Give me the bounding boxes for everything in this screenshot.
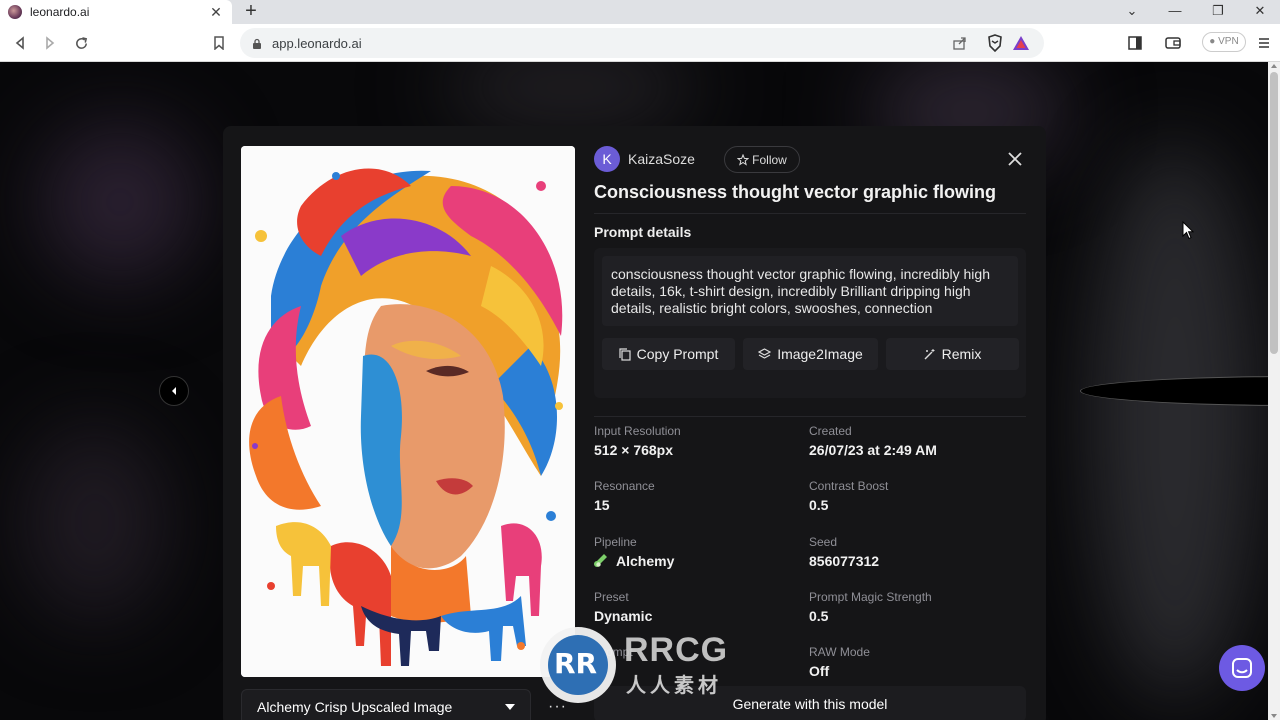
meta-label: Resonance — [594, 479, 655, 493]
meta-label: Pipeline — [594, 535, 637, 549]
meta-input-resolution: Input Resolution 512 × 768px — [594, 424, 804, 458]
back-icon[interactable] — [8, 31, 32, 55]
generated-image[interactable] — [241, 146, 575, 677]
lock-icon — [252, 37, 262, 55]
magic-wand-icon — [924, 349, 935, 360]
divider — [594, 416, 1026, 417]
user-avatar[interactable]: K — [594, 146, 620, 172]
blurred-thumbnail — [20, 422, 170, 622]
meta-label: Seed — [809, 535, 838, 549]
close-modal-button[interactable] — [1007, 151, 1023, 167]
rrcg-watermark: RR RRCG 人人素材 — [540, 627, 750, 703]
prompt-text: consciousness thought vector graphic flo… — [602, 256, 1018, 326]
tab-strip: leonardo.ai ✕ + ⌄ — ❐ ✕ — [0, 0, 1280, 24]
watermark-text: RRCG — [624, 631, 729, 669]
layers-icon — [758, 348, 772, 359]
copy-prompt-label: Copy Prompt — [636, 346, 719, 362]
meta-label: Prompt Magic Strength — [809, 590, 932, 604]
star-icon — [737, 153, 750, 166]
meta-prompt-magic-strength: Prompt Magic Strength 0.5 — [809, 590, 1019, 624]
leonardo-favicon-icon — [8, 5, 22, 19]
meta-contrast-boost: Contrast Boost 0.5 — [809, 479, 1019, 513]
meta-resonance: Resonance 15 — [594, 479, 804, 513]
meta-value: 0.5 — [809, 497, 829, 513]
prompt-card: consciousness thought vector graphic flo… — [594, 248, 1026, 398]
meta-raw-mode: RAW Mode Off — [809, 645, 1019, 679]
close-icon — [1008, 152, 1022, 166]
share-icon[interactable] — [952, 35, 968, 56]
blurred-thumbnail — [40, 122, 200, 282]
meta-label: Input Resolution — [594, 424, 681, 438]
username-link[interactable]: KaizaSoze — [628, 151, 695, 167]
blurred-thumbnail — [1090, 142, 1260, 702]
bookmark-icon[interactable] — [207, 31, 231, 55]
wallet-icon[interactable] — [1162, 32, 1184, 54]
tab-close-icon[interactable]: ✕ — [208, 4, 224, 21]
new-tab-button[interactable]: + — [240, 0, 262, 24]
chat-icon — [1232, 658, 1252, 678]
forward-icon[interactable] — [38, 31, 62, 55]
browser-tab[interactable]: leonardo.ai ✕ — [0, 0, 232, 24]
support-chat-button[interactable] — [1219, 645, 1265, 691]
follow-button[interactable]: Follow — [724, 146, 800, 173]
scroll-up-icon[interactable] — [1271, 64, 1277, 68]
scrollbar-thumb[interactable] — [1270, 72, 1278, 354]
address-toolbar: app.leonardo.ai ● VPN — [0, 24, 1280, 62]
page-scrollbar[interactable] — [1268, 62, 1280, 720]
remix-label: Remix — [941, 346, 982, 362]
meta-value: Alchemy — [594, 553, 804, 569]
tab-search-icon[interactable]: ⌄ — [1112, 0, 1152, 24]
window-close-icon[interactable]: ✕ — [1240, 0, 1280, 24]
divider — [594, 213, 1026, 214]
image-title: Consciousness thought vector graphic flo… — [594, 182, 997, 202]
meta-value: 0.5 — [809, 608, 829, 624]
meta-preset: Preset Dynamic — [594, 590, 804, 624]
url-text: app.leonardo.ai — [272, 36, 362, 51]
pipeline-value: Alchemy — [616, 553, 675, 569]
vpn-button[interactable]: ● VPN — [1202, 32, 1246, 52]
prompt-details-heading: Prompt details — [594, 224, 692, 240]
meta-value: 15 — [594, 497, 610, 513]
meta-value: Off — [809, 663, 830, 679]
meta-value: 856077312 — [809, 553, 880, 569]
scroll-down-icon[interactable] — [1271, 714, 1277, 718]
image2image-label: Image2Image — [777, 346, 863, 362]
alchemy-flask-icon — [594, 554, 607, 567]
image2image-button[interactable]: Image2Image — [743, 338, 878, 370]
minimize-icon[interactable]: — — [1155, 0, 1195, 24]
upscale-type-select[interactable]: Alchemy Crisp Upscaled Image — [241, 689, 531, 720]
address-bar[interactable]: app.leonardo.ai — [240, 28, 1044, 58]
meta-value: 512 × 768px — [594, 442, 674, 458]
chevron-down-icon — [505, 704, 515, 710]
copy-icon — [619, 347, 631, 361]
watermark-subtext: 人人素材 — [626, 675, 722, 697]
meta-value: 26/07/23 at 2:49 AM — [809, 442, 937, 458]
remix-button[interactable]: Remix — [886, 338, 1019, 370]
meta-label: RAW Mode — [809, 645, 870, 659]
sidebar-icon[interactable] — [1124, 32, 1146, 54]
meta-label: Contrast Boost — [809, 479, 889, 493]
meta-label: Created — [809, 424, 852, 438]
copy-prompt-button[interactable]: Copy Prompt — [602, 338, 735, 370]
previous-image-button[interactable] — [159, 376, 189, 406]
blurred-thumbnail — [440, 62, 700, 132]
tab-title: leonardo.ai — [30, 5, 90, 19]
brave-shields-icon[interactable] — [986, 34, 1004, 57]
follow-label: Follow — [752, 152, 787, 167]
brave-rewards-icon[interactable] — [1012, 35, 1030, 56]
meta-value: Dynamic — [594, 608, 653, 624]
restore-icon[interactable]: ❐ — [1198, 0, 1238, 24]
meta-pipeline: Pipeline Alchemy — [594, 535, 804, 569]
meta-seed: Seed 856077312 — [809, 535, 1019, 569]
reload-icon[interactable] — [69, 31, 93, 55]
page-background: Alchemy Crisp Upscaled Image ··· K Kaiza… — [0, 62, 1268, 720]
meta-label: Preset — [594, 590, 629, 604]
meta-created: Created 26/07/23 at 2:49 AM — [809, 424, 1019, 458]
mouse-cursor-icon — [1182, 220, 1195, 245]
menu-icon[interactable] — [1253, 32, 1275, 54]
watermark-mark: RR — [554, 647, 598, 680]
upscale-type-value: Alchemy Crisp Upscaled Image — [257, 699, 453, 715]
